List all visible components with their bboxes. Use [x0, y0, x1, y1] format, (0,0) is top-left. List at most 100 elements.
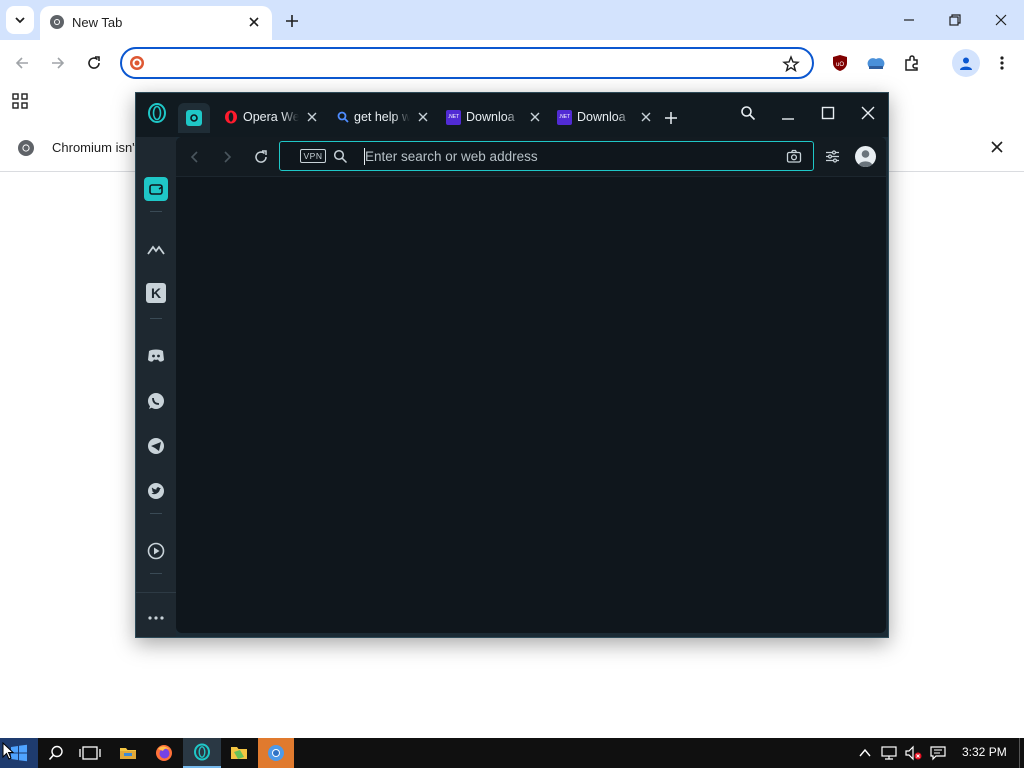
opera-gx-logo-icon[interactable]: [146, 102, 168, 124]
extension-cloud-icon[interactable]: [866, 54, 886, 72]
person-icon: [960, 57, 972, 70]
opera-close-icon[interactable]: [861, 106, 875, 120]
more-icon[interactable]: [144, 606, 168, 630]
taskbar-search[interactable]: [38, 738, 74, 768]
person-icon: [858, 150, 873, 167]
opera-address-row: VPN Enter search or web address: [176, 137, 886, 177]
tray-chevron-up-icon[interactable]: [858, 747, 872, 759]
opera-new-tab-icon[interactable]: [664, 111, 678, 125]
taskbar-firefox[interactable]: [146, 738, 182, 768]
tab-close-icon[interactable]: [528, 110, 542, 124]
taskbar-clock[interactable]: 3:32 PM: [962, 745, 1007, 759]
tab-close-icon[interactable]: [639, 110, 653, 124]
opera-tab[interactable]: get help w: [336, 105, 430, 129]
opera-maximize-icon[interactable]: [821, 106, 835, 120]
menu-kebab-icon[interactable]: [995, 54, 1009, 72]
kakao-icon[interactable]: K: [146, 283, 166, 303]
file-explorer-icon: [120, 748, 136, 759]
tab-new-tab[interactable]: New Tab: [40, 6, 272, 40]
address-placeholder: Enter search or web address: [365, 149, 538, 164]
forward-arrow-icon[interactable]: [50, 55, 66, 71]
tab-search-button[interactable]: [6, 6, 34, 34]
chevron-down-icon: [15, 17, 25, 24]
files-icon: [231, 747, 247, 759]
new-tab-icon[interactable]: [284, 13, 300, 29]
reload-icon[interactable]: [86, 55, 102, 71]
discord-icon[interactable]: [144, 344, 168, 368]
taskbar-opera[interactable]: [183, 738, 221, 768]
opera-sidebar: K: [136, 137, 176, 637]
taskbar-file-explorer[interactable]: [110, 738, 146, 768]
opera-logo-icon: [225, 110, 237, 124]
tab-title: New Tab: [72, 15, 123, 30]
opera-tab-title: Opera We: [243, 110, 299, 124]
whatsapp-icon[interactable]: [144, 389, 168, 413]
svg-text:uO: uO: [836, 62, 844, 68]
dotnet-icon: .NET: [557, 109, 572, 125]
duckduckgo-icon: [130, 56, 144, 70]
bookmark-star-icon[interactable]: [782, 55, 800, 73]
opera-icon: [194, 743, 210, 761]
restore-icon[interactable]: [948, 13, 962, 27]
opera-page-area: VPN Enter search or web address: [176, 137, 886, 633]
tab-search-icon[interactable]: [740, 105, 756, 121]
omnibox[interactable]: [120, 47, 814, 79]
apps-grid-icon[interactable]: [12, 93, 28, 109]
volume-muted-icon[interactable]: [904, 745, 922, 761]
twitter-icon[interactable]: [144, 479, 168, 503]
opera-reload-icon[interactable]: [253, 149, 269, 165]
extensions-puzzle-icon[interactable]: [903, 54, 921, 72]
sidebar-separator: [150, 211, 162, 212]
firefox-icon: [156, 745, 172, 761]
opera-tab[interactable]: Opera We: [224, 105, 319, 129]
dotnet-icon: .NET: [446, 109, 461, 125]
opera-tab-title: Downloa: [466, 110, 515, 124]
back-arrow-icon[interactable]: [14, 55, 30, 71]
network-icon[interactable]: [880, 745, 898, 761]
opera-minimize-icon[interactable]: [781, 111, 795, 125]
sidebar-divider: [136, 592, 176, 593]
snapshot-camera-icon[interactable]: [786, 149, 802, 164]
minimize-icon[interactable]: [902, 13, 916, 27]
infobar-text: Chromium isn't: [52, 140, 139, 155]
taskbar-chromium[interactable]: [258, 738, 294, 768]
message-icon[interactable]: [929, 745, 947, 761]
opera-tab-title: Downloa: [577, 110, 626, 124]
profile-avatar[interactable]: [952, 49, 980, 77]
opera-address-field[interactable]: VPN Enter search or web address: [279, 141, 814, 171]
tab-close-icon[interactable]: [305, 110, 319, 124]
my-flow-icon[interactable]: [144, 177, 168, 201]
aria-icon[interactable]: [144, 238, 168, 262]
infobar-close-icon[interactable]: [990, 140, 1004, 154]
sidebar-separator: [150, 318, 162, 319]
opera-tab[interactable]: .NET Downloa: [557, 105, 653, 129]
ublock-origin-icon[interactable]: uO: [832, 54, 848, 72]
opera-profile-avatar[interactable]: [855, 146, 876, 167]
vpn-badge[interactable]: VPN: [300, 149, 326, 163]
opera-window: Opera We get help w .NET Downloa .NET Do…: [135, 92, 889, 638]
windows-taskbar: 3:32 PM: [0, 738, 1024, 768]
close-window-icon[interactable]: [994, 13, 1008, 27]
task-view-button[interactable]: [72, 738, 108, 768]
opera-forward-icon[interactable]: [220, 150, 234, 164]
opera-workspace-icon: [186, 110, 202, 126]
address-search-icon: [333, 149, 348, 164]
mouse-cursor-icon: [2, 742, 14, 760]
chromium-favicon-icon: [50, 15, 64, 29]
close-icon[interactable]: [247, 15, 261, 29]
opera-tab-active[interactable]: [178, 103, 210, 133]
show-desktop-edge[interactable]: [1019, 738, 1020, 768]
opera-titlebar: Opera We get help w .NET Downloa .NET Do…: [136, 93, 888, 137]
tab-close-icon[interactable]: [416, 110, 430, 124]
sidebar-separator: [150, 513, 162, 514]
player-icon[interactable]: [144, 539, 168, 563]
taskbar-files[interactable]: [221, 738, 257, 768]
opera-back-icon[interactable]: [188, 150, 202, 164]
search-icon: [48, 745, 63, 761]
easy-setup-icon[interactable]: [825, 149, 840, 164]
telegram-icon[interactable]: [144, 434, 168, 458]
chromium-icon: [268, 745, 284, 761]
opera-tab[interactable]: .NET Downloa: [446, 105, 542, 129]
opera-tab-title: get help w: [354, 110, 410, 124]
chromium-toolbar: uO: [0, 40, 1024, 86]
